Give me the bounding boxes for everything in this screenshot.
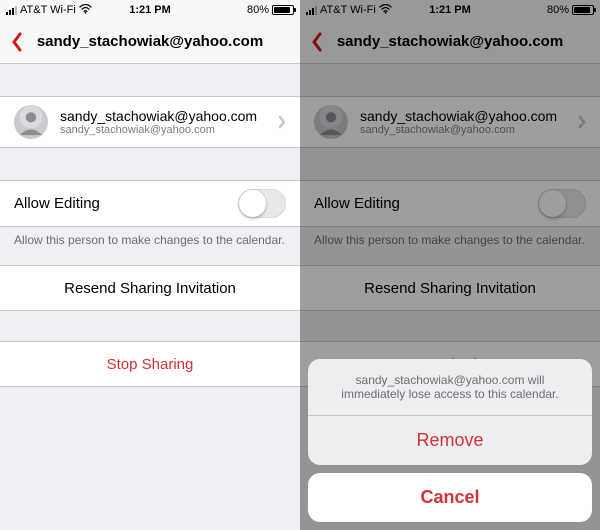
- chevron-left-icon: [11, 32, 23, 52]
- user-subtitle: sandy_stachowiak@yahoo.com: [60, 124, 266, 136]
- action-sheet-message: sandy_stachowiak@yahoo.com will immediat…: [308, 359, 592, 415]
- signal-icon: [6, 6, 17, 15]
- remove-button[interactable]: Remove: [308, 416, 592, 465]
- back-button[interactable]: [0, 20, 34, 64]
- battery-pct-label: 80%: [247, 4, 269, 16]
- action-sheet: sandy_stachowiak@yahoo.com will immediat…: [308, 359, 592, 522]
- allow-editing-label: Allow Editing: [14, 195, 226, 212]
- remove-label: Remove: [416, 430, 483, 450]
- status-bar: AT&T Wi-Fi 1:21 PM 80%: [0, 0, 300, 20]
- nav-bar: sandy_stachowiak@yahoo.com: [0, 20, 300, 64]
- carrier-label: AT&T Wi-Fi: [20, 4, 76, 16]
- allow-editing-row: Allow Editing: [0, 181, 300, 226]
- allow-editing-footnote: Allow this person to make changes to the…: [0, 227, 300, 247]
- cancel-label: Cancel: [420, 487, 479, 507]
- resend-invitation-label: Resend Sharing Invitation: [64, 280, 236, 297]
- content-area: sandy_stachowiak@yahoo.com sandy_stachow…: [0, 64, 300, 530]
- user-email: sandy_stachowiak@yahoo.com: [60, 108, 266, 124]
- chevron-right-icon: [278, 115, 286, 129]
- nav-title: sandy_stachowiak@yahoo.com: [0, 33, 300, 50]
- stop-sharing-button[interactable]: Stop Sharing: [0, 342, 300, 386]
- allow-editing-toggle[interactable]: [238, 189, 286, 218]
- resend-invitation-button[interactable]: Resend Sharing Invitation: [0, 266, 300, 310]
- screen-action-sheet: AT&T Wi-Fi 1:21 PM 80% sandy_stachowiak@…: [300, 0, 600, 530]
- user-row[interactable]: sandy_stachowiak@yahoo.com sandy_stachow…: [0, 96, 300, 148]
- stop-sharing-label: Stop Sharing: [107, 356, 194, 373]
- battery-icon: [272, 5, 294, 15]
- avatar: [14, 105, 48, 139]
- wifi-icon: [79, 4, 92, 17]
- cancel-button[interactable]: Cancel: [308, 473, 592, 522]
- screen-normal: AT&T Wi-Fi 1:21 PM 80% sandy_stachowiak@…: [0, 0, 300, 530]
